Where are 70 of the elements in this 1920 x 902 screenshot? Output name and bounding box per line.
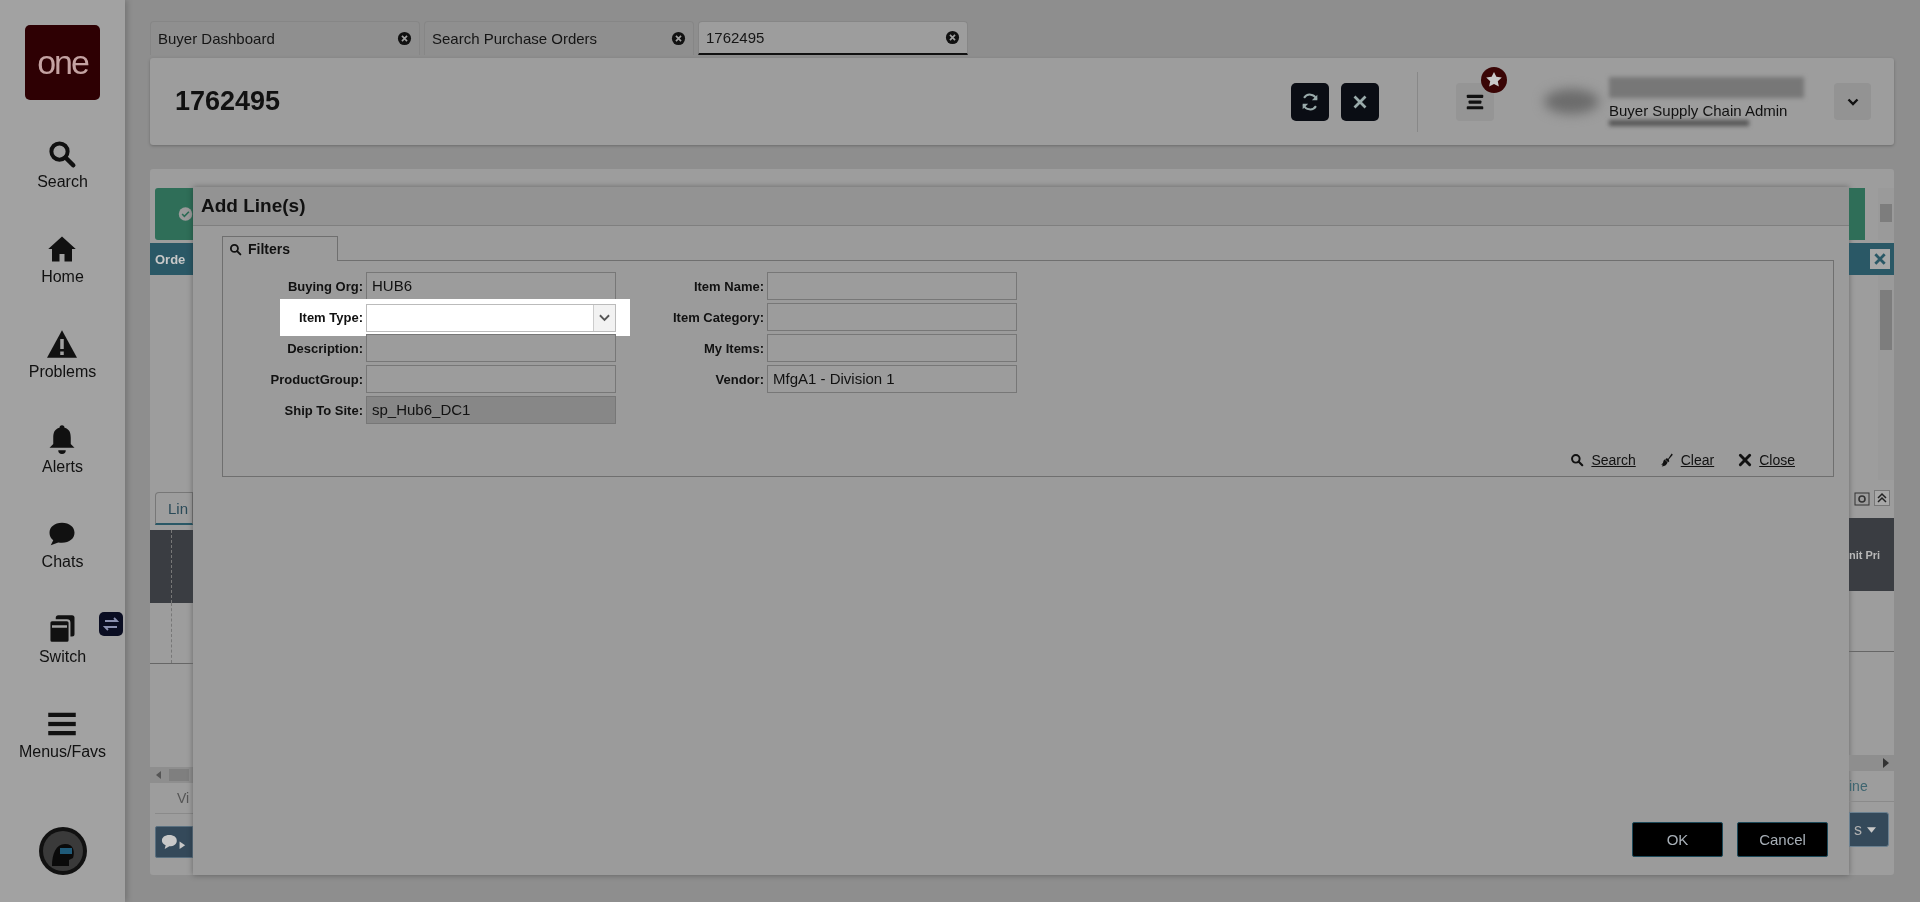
- section-title: Orde: [155, 251, 186, 267]
- close-icon: [1873, 252, 1887, 266]
- tab[interactable]: Filters: [222, 236, 338, 261]
- swap-arrows-icon[interactable]: [99, 612, 124, 636]
- dialog-button[interactable]: Cancel: [1737, 822, 1828, 857]
- field-label: Vendor:: [714, 371, 764, 387]
- link[interactable]: Close: [1759, 452, 1795, 468]
- avatar-icon[interactable]: [37, 826, 88, 876]
- gear-icon[interactable]: [1854, 490, 1870, 506]
- sidebar-item[interactable]: Problems: [28, 363, 97, 381]
- scroll-right-icon[interactable]: [1883, 758, 1889, 768]
- user-role: Buyer Supply Chain Admin: [1609, 102, 1789, 119]
- user-menu-button[interactable]: [1834, 83, 1871, 120]
- search-icon: [47, 139, 78, 169]
- tab[interactable]: Buyer Dashboard: [150, 21, 420, 55]
- link[interactable]: Clear: [1680, 452, 1715, 468]
- star-badge-icon: [1481, 66, 1507, 93]
- copy-icon: [47, 614, 78, 644]
- chat-bubbles-icon: [161, 832, 187, 852]
- caret-icon: [1867, 826, 1876, 833]
- sidebar-item[interactable]: Menus/Favs: [18, 743, 107, 761]
- field-label: Ship To Site:: [283, 402, 363, 418]
- sidebar-item[interactable]: Home: [41, 268, 84, 286]
- home-icon: [47, 234, 78, 264]
- field-label: ProductGroup:: [269, 371, 363, 387]
- scrollbar[interactable]: [150, 767, 193, 783]
- sidebar-item[interactable]: Alerts: [42, 458, 83, 476]
- close-icon[interactable]: [945, 30, 960, 45]
- field-label: Description:: [286, 340, 363, 356]
- tab[interactable]: 1762495: [698, 21, 968, 55]
- search-icon: [1570, 453, 1585, 467]
- search-icon: [229, 242, 242, 256]
- close-icon[interactable]: [671, 31, 686, 46]
- chevron-down-icon: [593, 304, 615, 331]
- input-field[interactable]: [366, 334, 616, 362]
- dialog-title: Add Line(s): [201, 195, 306, 217]
- sidebar-item[interactable]: Switch: [38, 648, 87, 666]
- input-field[interactable]: HUB6: [366, 272, 616, 300]
- broom-icon: [1659, 453, 1674, 467]
- field-label: Buying Org:: [286, 278, 363, 294]
- dialog-button[interactable]: OK: [1632, 822, 1723, 857]
- success-banner: [1849, 188, 1865, 240]
- input-field[interactable]: [767, 334, 1017, 362]
- refresh-button[interactable]: [1291, 82, 1329, 121]
- sidebar-item[interactable]: Search: [37, 173, 88, 191]
- input-field[interactable]: [767, 272, 1017, 300]
- sidebar-item[interactable]: Chats: [41, 553, 84, 571]
- close-icon: [1738, 453, 1753, 467]
- collapse-icon[interactable]: [1874, 490, 1890, 506]
- tab[interactable]: Search Purchase Orders: [424, 21, 694, 55]
- field-label: Item Type:: [297, 310, 363, 325]
- input-field[interactable]: [767, 303, 1017, 331]
- logo[interactable]: one: [25, 25, 100, 100]
- link[interactable]: Search: [1591, 452, 1636, 468]
- field-label: Item Category:: [671, 309, 764, 325]
- warning-icon: [47, 329, 78, 359]
- chevron-down-icon: [1846, 97, 1859, 106]
- chat-button[interactable]: [155, 826, 193, 858]
- close-button[interactable]: [1341, 82, 1379, 121]
- column-header: nit Pri: [1849, 548, 1881, 561]
- actions-button[interactable]: s: [1849, 812, 1889, 847]
- input-field[interactable]: [366, 365, 616, 393]
- field-label: My Items:: [703, 340, 764, 356]
- blurred-avatar: [1544, 89, 1599, 114]
- field-label: Item Name:: [692, 278, 764, 294]
- input-field[interactable]: MfgA1 - Division 1: [767, 365, 1017, 393]
- menu-button[interactable]: [1456, 82, 1494, 121]
- close-icon[interactable]: [397, 31, 412, 46]
- page-title: 1762495: [175, 86, 281, 117]
- input-field[interactable]: sp_Hub6_DC1: [366, 396, 616, 424]
